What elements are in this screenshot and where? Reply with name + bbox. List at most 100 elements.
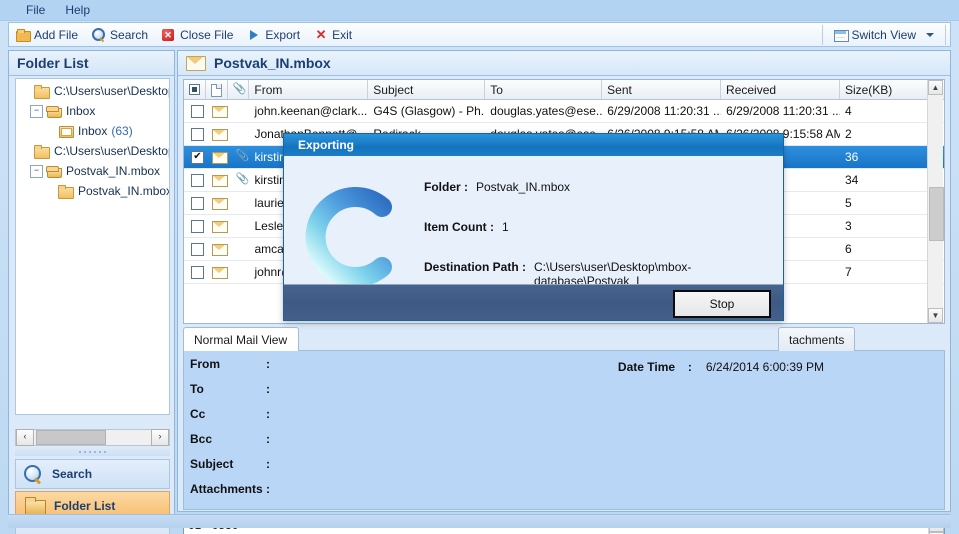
folder-mail-icon [58,125,74,138]
mail-pane-header: Postvak_IN.mbox [178,51,950,76]
checkbox-icon[interactable] [190,150,204,164]
scroll-right-button[interactable]: › [151,429,169,446]
search-icon [24,465,44,483]
scroll-thumb[interactable] [36,430,106,445]
detail-row-subject: Subject : [184,451,944,476]
tab-normal-mail-view[interactable]: Normal Mail View [183,327,299,351]
scroll-left-button[interactable]: ‹ [16,429,34,446]
detail-label: Date Time [617,360,676,374]
checkbox-icon[interactable] [190,196,204,210]
search-button[interactable]: Search [85,26,155,44]
detail-colon: : [266,356,270,371]
tree-node-root-2[interactable]: C:\Users\user\Desktop\M [16,141,169,161]
tree-node-label: Postvak_IN.mbox [66,164,161,178]
add-file-label: Add File [34,27,79,42]
tree-node-label: Inbox [66,104,96,118]
detail-row-to: To : [184,376,944,401]
row-checkbox-cell[interactable] [184,192,206,214]
scroll-track[interactable] [928,95,944,308]
play-export-icon [247,28,261,42]
chevron-down-icon [926,32,934,37]
detail-colon: : [266,406,270,421]
tree-node-postvak[interactable]: − Postvak_IN.mbox [16,161,169,181]
dialog-field-item-count: Item Count : 1 [424,220,783,234]
page-icon [210,83,222,97]
row-checkbox-cell[interactable] [184,215,206,237]
close-file-button[interactable]: Close File [155,26,240,44]
checkbox-icon[interactable] [190,265,204,279]
menu-item-file[interactable]: File [16,1,55,19]
detail-row-cc: Cc : [184,401,944,426]
row-checkbox-cell[interactable] [184,169,206,191]
exporting-dialog: Exporting Folder : Postvak_IN.mbox Item … [283,133,784,321]
tree-node-root-1[interactable]: C:\Users\user\Desktop\M [16,81,169,101]
column-header-to[interactable]: To [485,80,603,99]
row-checkbox-cell[interactable] [184,123,206,145]
checkbox-icon[interactable] [190,104,204,118]
menu-item-help[interactable]: Help [55,1,100,19]
detail-row-attachments: Attachments : [184,476,944,501]
column-header-from[interactable]: From [249,80,369,99]
switch-view-button[interactable]: Switch View [827,26,941,44]
checkbox-icon[interactable] [190,173,204,187]
close-icon [162,28,176,42]
tree-node-postvak-child[interactable]: Postvak_IN.mbox [16,181,169,201]
checkbox-icon[interactable] [190,242,204,256]
exit-x-icon [314,28,328,42]
row-read-cell [206,215,228,237]
row-attachment-cell [228,100,250,122]
row-checkbox-cell[interactable] [184,238,206,260]
folder-tilted-icon [46,165,62,178]
collapse-icon[interactable]: − [30,164,43,178]
menu-bar: File Help [0,0,959,21]
select-all-checkbox-icon[interactable] [188,84,200,95]
tree-node-count: (63) [111,124,133,138]
add-file-button[interactable]: Add File [9,26,85,44]
column-header-select[interactable] [184,80,206,99]
column-header-sent[interactable]: Sent [602,80,722,99]
column-header-attachment[interactable] [228,80,250,99]
status-bar [8,514,951,528]
row-read-cell [206,261,228,283]
sidebar-item-search[interactable]: Search [15,459,170,489]
tab-attachments[interactable]: tachments [778,327,855,351]
pane-splitter-handle[interactable] [15,448,170,456]
column-header-read[interactable] [206,80,228,99]
detail-colon: : [266,481,270,496]
row-checkbox-cell[interactable] [184,100,206,122]
folder-closed-icon [58,184,74,199]
dialog-field-folder: Folder : Postvak_IN.mbox [424,180,783,194]
stop-button[interactable]: Stop [673,290,771,318]
envelope-icon [211,174,228,187]
row-attachment-cell [228,192,250,214]
checkbox-icon[interactable] [190,127,204,141]
folder-open-icon [34,84,50,99]
tree-node-inbox[interactable]: − Inbox [16,101,169,121]
exit-button[interactable]: Exit [307,26,359,44]
grid-vertical-scrollbar[interactable]: ▲ ▼ [927,80,944,323]
folder-list-pane: Folder List C:\Users\user\Desktop\M − In… [8,50,175,534]
column-header-received[interactable]: Received [721,80,840,99]
folder-tree[interactable]: C:\Users\user\Desktop\M − Inbox Inbox (6… [15,78,170,415]
checkbox-icon[interactable] [190,219,204,233]
loading-spinner-icon [296,178,414,296]
detail-row-date-time: Date Time : 6/24/2014 6:00:39 PM [618,360,824,374]
row-read-cell [206,100,228,122]
scroll-thumb[interactable] [929,187,944,241]
row-checkbox-cell[interactable] [184,146,206,168]
tree-node-inbox-child[interactable]: Inbox (63) [16,121,169,141]
row-read-cell [206,169,228,191]
row-checkbox-cell[interactable] [184,261,206,283]
scroll-up-button[interactable]: ▲ [928,80,943,95]
collapse-icon[interactable]: − [30,104,43,118]
page-title: Postvak_IN.mbox [214,55,331,71]
folder-tree-horizontal-scrollbar[interactable]: ‹ › [15,429,170,446]
column-header-subject[interactable]: Subject [368,80,486,99]
cell-received: 6/29/2008 11:20:31 ... [726,104,840,118]
table-row[interactable]: john.keenan@clark... G4S (Glasgow) - Ph.… [184,100,944,123]
scroll-down-button[interactable]: ▼ [928,308,943,323]
detail-row-from: From : [184,351,944,376]
row-attachment-cell [228,215,250,237]
dialog-title: Exporting [284,134,783,156]
export-button[interactable]: Export [240,26,307,44]
